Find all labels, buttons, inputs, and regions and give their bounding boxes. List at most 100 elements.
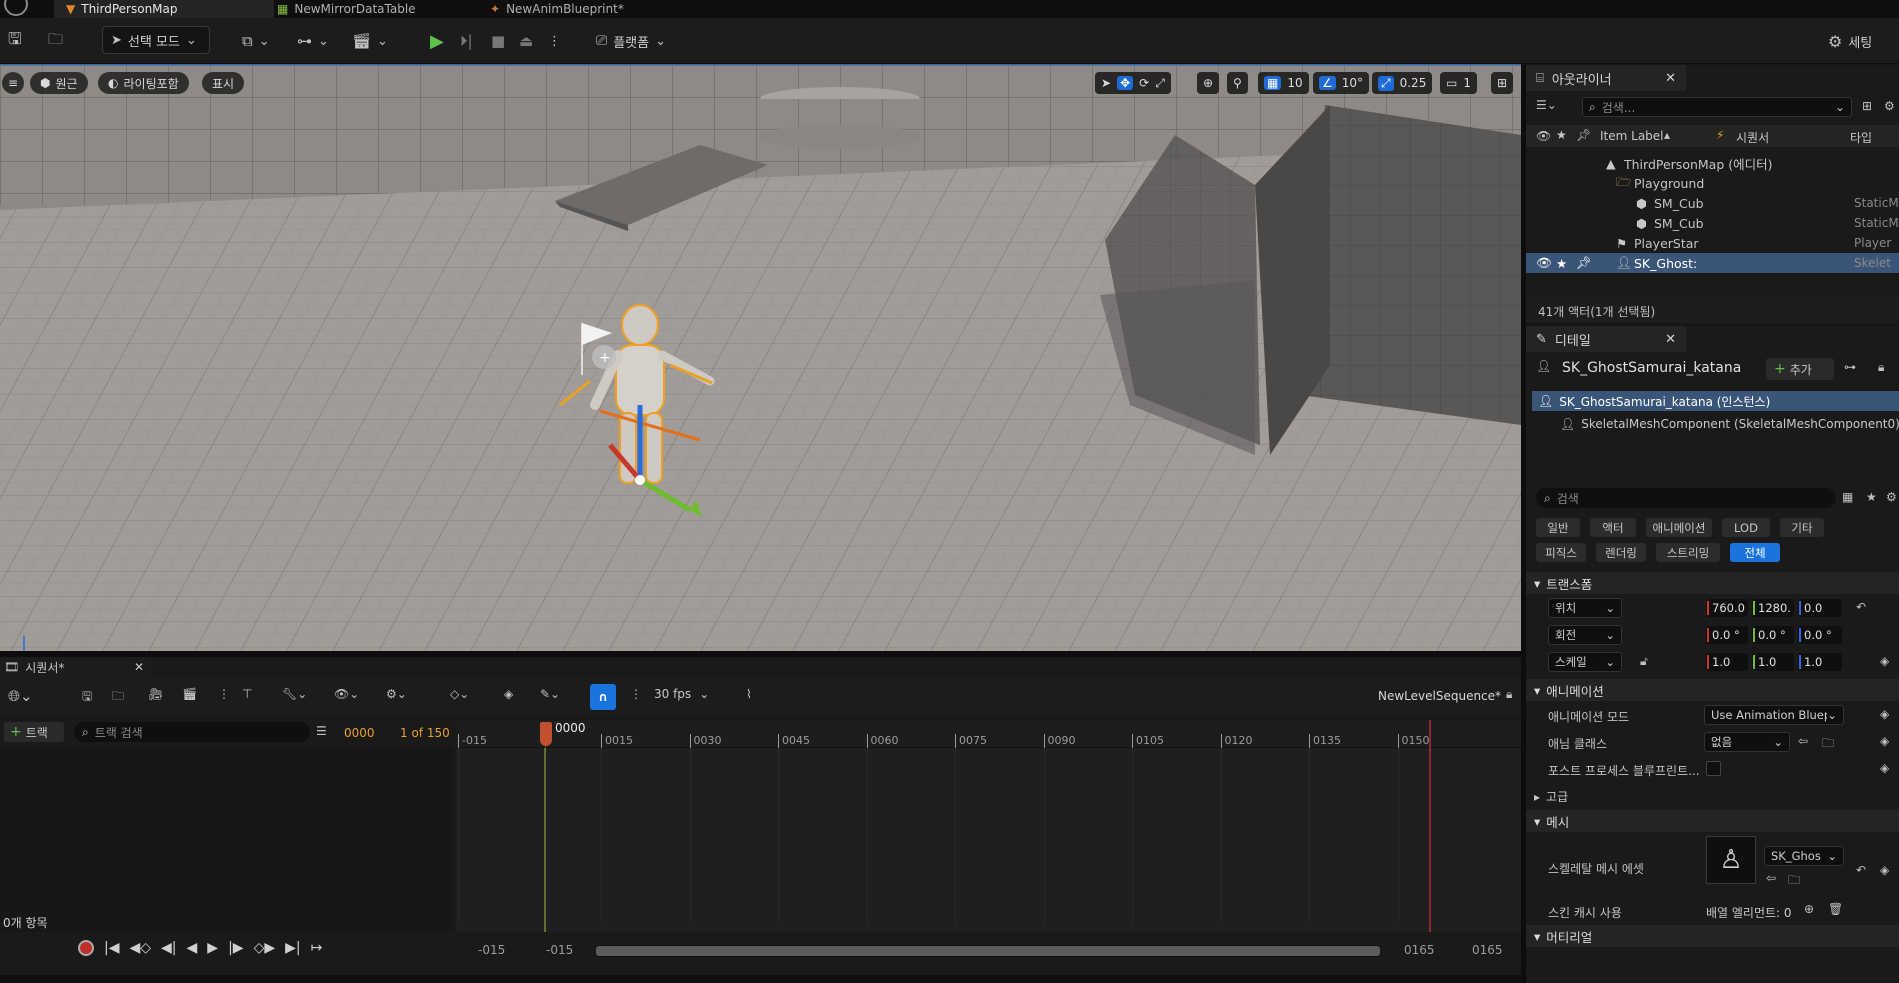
skeletal-mesh-dropdown[interactable]: SK_Ghos ⌄ [1764,846,1844,866]
level-viewport[interactable]: + ≡ ⬢ 원근 ◐ 라이팅포함 표시 ➤ ✥ ⟳ ⤢ ⊕ ⚲ ▦ 10 ∠ 1… [0,65,1521,651]
outliner-row[interactable]: 👁︎ ★ 📌︎ 👤︎ SK_Ghost: Skelet [1526,253,1899,273]
more-vertical-icon[interactable]: ⋮ [630,687,642,701]
mesh-section-header[interactable]: ▾ 메시 [1526,810,1899,832]
blueprint-icon[interactable]: ⊶ [1844,360,1856,374]
coord-space-button[interactable]: ⊕ [1197,72,1220,94]
tab-thirdpersonmap[interactable]: ▼ ThirdPersonMap [54,0,274,18]
location-z-field[interactable]: 0.0 [1798,599,1842,617]
location-x-field[interactable]: 760.0 [1706,599,1748,617]
outliner-row[interactable]: ⬢ SM_Cub StaticM [1526,193,1899,213]
blueprint-button[interactable]: ⊶ ⌄ [297,27,329,55]
anim-class-dropdown[interactable]: 없음 ⌄ [1704,732,1790,752]
use-selected-icon[interactable]: ⇦ [1798,734,1808,748]
unreal-logo-icon[interactable] [4,0,28,16]
viewport-menu-button[interactable]: ≡ [2,72,24,94]
current-frame-field[interactable]: 0000 [344,726,375,740]
type-column[interactable]: 타입 [1850,129,1872,146]
gear-icon[interactable]: ⚙ [1886,490,1897,504]
working-range-start[interactable]: -015 [546,943,573,957]
use-selected-icon[interactable]: ⇦ [1766,871,1776,885]
add-component-button[interactable]: + 추가 [1766,358,1834,380]
track-search-input[interactable]: ⌕ 트랙 검색 [74,722,310,742]
prev-key-icon[interactable]: ◀◇ [129,940,151,956]
visibility-icon[interactable]: 👁︎ [1536,255,1552,271]
reset-arrow-icon[interactable]: ↶ [1856,600,1866,614]
add-track-button[interactable]: + 트랙 [4,722,64,742]
details-search-input[interactable]: ⌕ 검색 [1536,488,1836,508]
filter-chip[interactable]: 렌더링 [1596,543,1646,562]
rotation-y-field[interactable]: 0.0 ° [1752,626,1794,644]
filter-chip[interactable]: 액터 [1590,518,1636,537]
save-button[interactable]: 🖫 [8,27,22,55]
fps-dropdown[interactable]: 30 fps ⌄ [654,687,709,701]
browse-icon[interactable]: 🗀 [112,687,124,708]
tab-newanimblueprint[interactable]: ✦ NewAnimBlueprint* [490,0,680,18]
animation-section-header[interactable]: ▾ 애니메이션 [1526,679,1899,701]
keyframe-add-icon[interactable]: ◈ [1880,707,1889,721]
browse-icon[interactable]: 🗀 [1822,734,1834,755]
pin-column-icon[interactable]: 📌︎ [1576,128,1591,142]
translate-icon[interactable]: ✥ [1117,76,1134,90]
component-row[interactable]: 👤︎ SkeletalMeshComponent (SkeletalMeshCo… [1554,414,1899,434]
play-reverse-icon[interactable]: ◀ [187,940,198,956]
tab-newmirrordatatable[interactable]: ▦ NewMirrorDataTable [275,0,465,18]
advanced-section-header[interactable]: ▸ 고급 [1534,788,1568,805]
filter-icon[interactable]: ☰ [316,724,327,738]
lock-icon[interactable]: 🔒︎ [1878,360,1884,375]
rotation-x-field[interactable]: 0.0 ° [1706,626,1748,644]
save-sequence-icon[interactable]: 🖫 [82,687,92,708]
close-icon[interactable]: ✕ [1665,71,1676,86]
material-section-header[interactable]: ▾ 머티리얼 [1526,925,1899,947]
details-tab[interactable]: ✎ 디테일 ✕ [1526,326,1686,352]
snap-magnet-icon[interactable]: ∩ [590,684,616,710]
playhead[interactable] [540,722,552,746]
outliner-row[interactable]: ⬢ SM_Cub StaticM [1526,213,1899,233]
playback-options-icon[interactable]: ⚙⌄ [386,687,407,701]
browse-icon[interactable]: 🗀 [1788,871,1800,892]
transform-section-header[interactable]: ▾ 트랜스폼 [1526,572,1899,594]
instance-row[interactable]: 👤︎ SK_GhostSamurai_katana (인스턴스) [1532,391,1899,411]
sequencer-tab[interactable]: 🎞︎ 시퀀서* ✕ [0,657,150,677]
skeletal-mesh-thumbnail[interactable]: ♙ [1706,836,1756,884]
stop-button[interactable]: ■ [491,27,505,55]
jump-to-start-icon[interactable]: |◀ [104,940,119,956]
anim-mode-dropdown[interactable]: Use Animation Bluep ⌄ [1704,705,1844,725]
record-icon[interactable] [78,940,94,956]
world-icon[interactable]: 🌐︎⌄ [8,687,33,705]
show-button[interactable]: 표시 [202,72,245,94]
auto-key-icon[interactable]: ◈ [504,687,513,701]
trash-icon[interactable]: 🗑︎ [1828,902,1843,916]
rotate-icon[interactable]: ⟳ [1139,76,1149,90]
filter-chip[interactable]: 전체 [1730,543,1780,562]
play-options-button[interactable]: ⋮ [548,27,561,55]
outliner-row[interactable]: ⚑ PlayerStar Player [1526,233,1899,253]
actor-name-field[interactable]: SK_GhostSamurai_katana [1562,360,1741,376]
timeline-scrollbar-thumb[interactable] [596,946,1380,956]
play-forward-icon[interactable]: ▶ [207,940,218,956]
cinematics-button[interactable]: 🎬︎ ⌄ [352,27,388,55]
clapper-icon[interactable]: 🎬︎ [182,687,197,701]
surface-snap-button[interactable]: ⚲ [1227,72,1248,94]
camera-speed-button[interactable]: ▭ 1 [1440,72,1477,94]
view-range-start[interactable]: -015 [478,943,505,957]
rotation-mode-dropdown[interactable]: 회전 ⌄ [1548,625,1622,645]
filter-chip[interactable]: 애니메이션 [1646,518,1712,537]
layout-button[interactable]: ⊞ [1491,72,1514,94]
favorites-star-icon[interactable]: ★ [1866,490,1877,504]
keyframe-add-icon[interactable]: ◈ [1880,734,1889,748]
close-icon[interactable]: ✕ [1665,332,1676,347]
play-button[interactable]: ▶ [430,27,444,55]
edit-mode-icon[interactable]: ✎⌄ [540,687,560,701]
working-range-end[interactable]: 0165 [1404,943,1435,957]
jump-to-end-icon[interactable]: ▶| [285,940,300,956]
loop-icon[interactable]: ↦ [311,940,323,956]
reset-arrow-icon[interactable]: ↶ [1856,863,1866,877]
keyframe-add-icon[interactable]: ◈ [1880,863,1889,877]
eye-icon[interactable]: 👁︎⌄ [334,687,359,701]
outliner-row[interactable]: 🗁 Playground [1526,173,1899,193]
star-icon[interactable]: ★ [1556,256,1567,271]
filter-chip[interactable]: 기타 [1780,518,1824,537]
item-label-column[interactable]: Item Label [1600,129,1664,143]
curve-editor-icon[interactable]: ⌇ [746,687,752,701]
filter-chip[interactable]: 일반 [1536,518,1580,537]
